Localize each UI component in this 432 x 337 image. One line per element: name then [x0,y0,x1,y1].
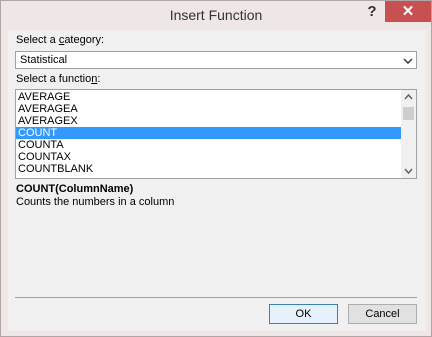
close-button[interactable]: ✕ [385,1,431,22]
function-list-item[interactable]: AVERAGE [16,91,401,103]
category-selected-value: Statistical [20,54,68,66]
function-list-item[interactable]: AVERAGEX [16,115,401,127]
divider [15,297,417,298]
function-list-item[interactable]: COUNT [16,127,401,139]
dialog-body: Select a category: Statistical Select a … [8,30,426,331]
function-list-item[interactable]: COUNTAX [16,151,401,163]
function-description: Counts the numbers in a column [16,196,175,208]
function-label: Select a function: [16,73,101,85]
function-list[interactable]: AVERAGE AVERAGEA AVERAGEX COUNT COUNTA COUNTA… [15,89,417,179]
chevron-down-icon [403,58,413,64]
insert-function-dialog: Insert Function ? ✕ Select a category: S… [0,0,432,337]
function-list-item[interactable]: AVERAGEA [16,103,401,115]
title-bar: Insert Function ? ✕ [1,1,431,29]
function-list-item[interactable]: COUNTA [16,139,401,151]
scroll-down-icon[interactable] [401,164,416,178]
category-dropdown[interactable]: Statistical [15,51,417,69]
help-button[interactable]: ? [359,1,385,23]
category-label: Select a category: [16,34,105,46]
scroll-thumb[interactable] [403,107,414,120]
cancel-button[interactable]: Cancel [348,304,417,324]
function-signature: COUNT(ColumnName) [16,183,134,195]
list-scrollbar[interactable] [401,90,416,178]
scroll-up-icon[interactable] [401,90,416,104]
function-list-item[interactable]: COUNTBLANK [16,163,401,175]
ok-button[interactable]: OK [269,304,338,324]
